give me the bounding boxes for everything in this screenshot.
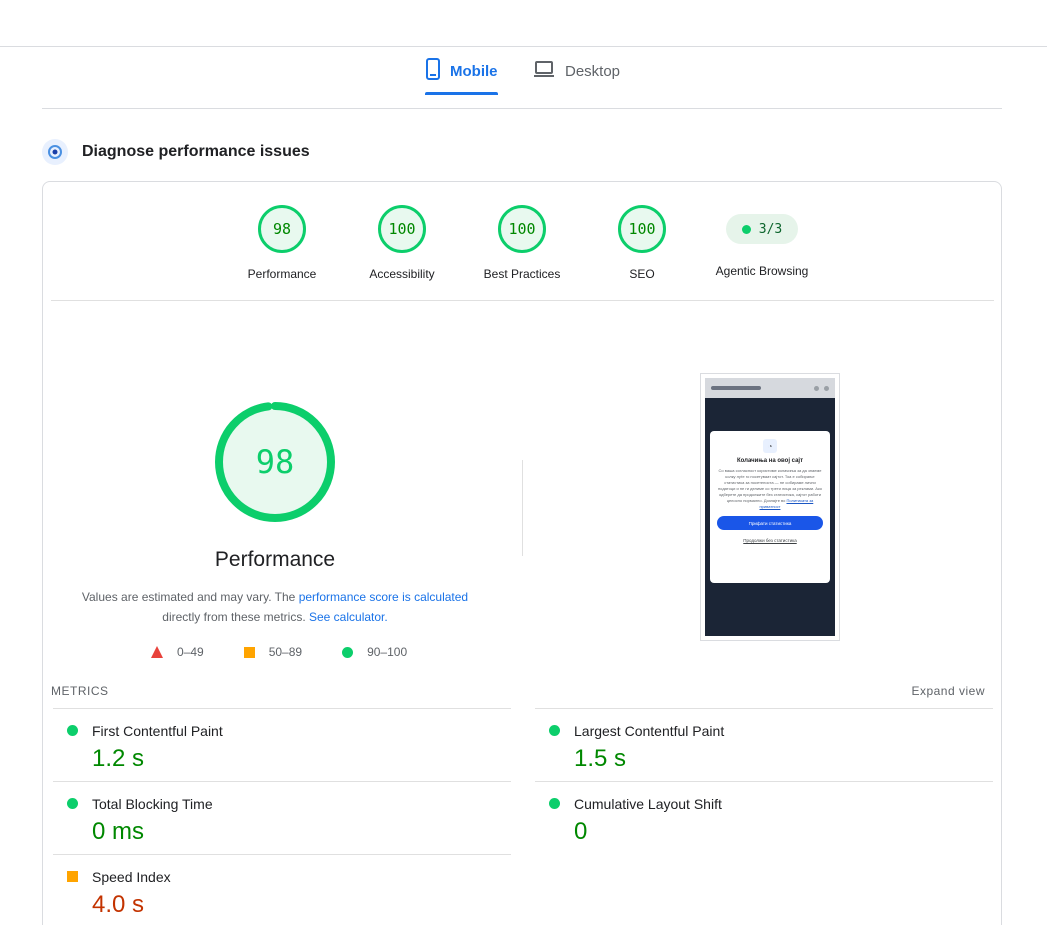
gauge-score: 100: [618, 205, 666, 253]
gauge-score: 100: [498, 205, 546, 253]
metric-name: Largest Contentful Paint: [574, 723, 725, 739]
performance-title: Performance: [214, 548, 336, 571]
pass-circle-icon: [67, 798, 78, 809]
pass-circle-icon: [549, 798, 560, 809]
category-gauges: 98 Performance 100 Accessibility 100 Bes…: [51, 182, 994, 301]
gauge-best-practices[interactable]: 100 Best Practices: [462, 205, 582, 281]
laptop-icon: [533, 60, 555, 82]
note-text: Values are estimated and may vary. The: [81, 590, 296, 604]
legend-pass: 90–100: [342, 645, 407, 659]
metric-name: Speed Index: [92, 869, 171, 885]
legend-fail: 0–49: [151, 645, 204, 659]
phone-screen: ◔ Колачиња на овој сајт Со ваша согласно…: [705, 378, 835, 636]
metric-value: 1.2 s: [92, 745, 145, 772]
continue-without-link: Продолжи без статистика: [743, 538, 797, 543]
metric-value: 0: [574, 818, 588, 845]
score-calculation-link[interactable]: performance score is calculated: [299, 590, 468, 604]
square-icon: [243, 646, 255, 658]
device-tabs: Mobile Desktop: [42, 47, 1002, 109]
triangle-icon: [151, 646, 163, 658]
gauge-score: 98: [258, 205, 306, 253]
metric-value: 0 ms: [92, 818, 145, 845]
gauge-score: 100: [378, 205, 426, 253]
tab-desktop[interactable]: Desktop: [533, 47, 620, 95]
report-card: 98 Performance 100 Accessibility 100 Bes…: [42, 181, 1002, 925]
modal-text: Со ваша согласност користиме колачиња за…: [716, 468, 824, 510]
tab-desktop-label: Desktop: [565, 62, 621, 80]
diagnose-title: Diagnose performance issues: [82, 143, 310, 160]
metric-first-contentful-paint: First Contentful Paint 1.2 s: [53, 708, 511, 781]
gauge-label: Best Practices: [483, 267, 561, 281]
metric-largest-contentful-paint: Largest Contentful Paint 1.5 s: [535, 708, 993, 781]
metric-cumulative-layout-shift: Cumulative Layout Shift 0: [535, 781, 993, 854]
average-square-icon: [67, 871, 78, 882]
gauge-agentic-browsing[interactable]: 3/3 Agentic Browsing: [702, 205, 822, 278]
performance-score: 98: [255, 443, 295, 481]
gauge-seo[interactable]: 100 SEO: [582, 205, 702, 281]
gauge-performance[interactable]: 98 Performance: [222, 205, 342, 281]
cookie-modal: ◔ Колачиња на овој сајт Со ваша согласно…: [710, 431, 830, 583]
vertical-divider: [522, 460, 523, 556]
gauge-label: SEO: [629, 267, 655, 281]
agentic-pill: 3/3: [726, 214, 798, 244]
note-text: directly from these metrics.: [162, 610, 306, 624]
site-logo: [711, 386, 761, 390]
metric-name: First Contentful Paint: [92, 723, 223, 739]
diagnose-header: Diagnose performance issues: [42, 139, 310, 165]
pill-score: 3/3: [758, 221, 783, 237]
circle-icon: [342, 646, 354, 658]
legend-range: 90–100: [367, 645, 408, 659]
metric-speed-index: Speed Index 4.0 s: [53, 854, 511, 925]
metric-total-blocking-time: Total Blocking Time 0 ms: [53, 781, 511, 854]
metric-name: Total Blocking Time: [92, 796, 213, 812]
metric-value: 1.5 s: [574, 745, 627, 772]
gauge-label: Performance: [247, 267, 317, 281]
gauge-label: Accessibility: [369, 267, 435, 281]
header-icons: [814, 385, 829, 391]
performance-note: Values are estimated and may vary. The p…: [75, 587, 475, 627]
modal-title: Колачиња на овој сајт: [736, 458, 804, 464]
see-calculator-link[interactable]: See calculator.: [309, 610, 388, 624]
pass-circle-icon: [549, 725, 560, 736]
metric-name: Cumulative Layout Shift: [574, 796, 722, 812]
cookie-icon: ◔: [763, 439, 777, 453]
score-legend: 0–49 50–89 90–100: [151, 645, 447, 659]
gauge-label: Agentic Browsing: [715, 264, 809, 278]
legend-range: 0–49: [177, 645, 204, 659]
active-tab-indicator: [425, 92, 498, 95]
legend-range: 50–89: [268, 645, 303, 659]
phone-header: [705, 378, 835, 398]
expand-view-button[interactable]: Expand view: [911, 684, 985, 698]
accept-statistics-button: Прифати статистика: [717, 516, 823, 530]
gauge-icon: [42, 139, 68, 165]
metrics-heading: METRICS: [51, 684, 109, 698]
final-screenshot[interactable]: ◔ Колачиња на овој сајт Со ваша согласно…: [700, 373, 840, 641]
tab-mobile[interactable]: Mobile: [426, 47, 498, 95]
metric-value: 4.0 s: [92, 891, 145, 918]
pass-circle-icon: [67, 725, 78, 736]
tab-mobile-label: Mobile: [450, 62, 498, 80]
gauge-accessibility[interactable]: 100 Accessibility: [342, 205, 462, 281]
smartphone-icon: [426, 58, 440, 84]
legend-average: 50–89: [243, 645, 303, 659]
pass-dot-icon: [741, 224, 751, 234]
